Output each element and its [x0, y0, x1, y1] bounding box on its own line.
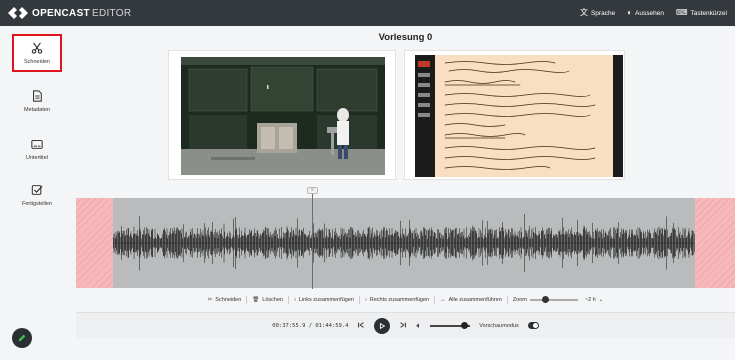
opencast-logo-icon	[8, 7, 28, 19]
zoom-slider-thumb[interactable]	[542, 296, 550, 303]
keyboard-shortcuts-button[interactable]: ⌨ Tastenkürzel	[676, 9, 727, 17]
cutting-toolbar: ✂ Schneiden 🗑︎ Löschen ‹ Links zusammenf…	[76, 292, 735, 308]
slides-video-frame	[415, 55, 623, 177]
merge-left-label: Links zusammenfügen	[298, 297, 354, 303]
merge-left-button[interactable]: ‹ Links zusammenfügen	[294, 297, 354, 303]
top-bar: OPENCAST EDITOR 文 Sprache ◐ Aussehen ⌨ T…	[0, 0, 735, 26]
play-button[interactable]	[374, 317, 391, 334]
skip-forward-button[interactable]	[399, 321, 407, 331]
chevron-down-icon: ⌄	[598, 297, 604, 303]
chevron-left-icon: ‹	[294, 297, 296, 303]
timecode: 00:37:55.9 / 01:44:59.4	[272, 322, 349, 329]
merge-all-button[interactable]: ↔ Alle zusammenführen	[440, 297, 502, 303]
theme-label: Aussehen	[635, 9, 664, 17]
skip-forward-icon	[400, 321, 407, 328]
zoom-control: Zoom ~2 h ⌄	[512, 296, 603, 303]
merge-right-label: Rechts zusammenfügen	[369, 297, 430, 303]
video-slides[interactable]	[404, 50, 625, 180]
language-button[interactable]: 文 Sprache	[580, 9, 615, 17]
theme-button[interactable]: ◐ Aussehen	[627, 9, 664, 17]
merge-all-label: Alle zusammenführen	[448, 297, 502, 303]
volume-slider[interactable]	[430, 321, 471, 329]
cut-button[interactable]: ✂ Schneiden	[208, 297, 242, 303]
waveform-timeline[interactable]	[76, 198, 735, 288]
delete-button[interactable]: 🗑︎ Löschen	[252, 297, 283, 303]
video-presenter[interactable]	[168, 50, 396, 180]
deleted-segment-end[interactable]	[695, 198, 735, 288]
logo-product: EDITOR	[91, 7, 132, 19]
zoom-value: ~2 h	[584, 297, 596, 303]
sidebar: Schneiden Metadaten Untertitel Fertigste…	[0, 26, 76, 360]
sidebar-item-label: Fertigstellen	[22, 201, 52, 207]
keyboard-icon: ⌨	[675, 8, 688, 17]
preview-mode-toggle[interactable]	[527, 322, 539, 329]
zoom-label: Zoom	[512, 297, 527, 303]
pencil-icon	[18, 334, 26, 342]
merge-right-button[interactable]: › Rechts zusammenfügen	[365, 297, 429, 303]
opencast-logo[interactable]: OPENCAST EDITOR	[8, 6, 131, 20]
sidebar-item-cutting[interactable]: Schneiden	[12, 34, 62, 72]
keyboard-shortcuts-label: Tastenkürzel	[690, 9, 728, 17]
document-icon	[30, 89, 44, 103]
mute-button[interactable]: 🔈︎	[416, 321, 421, 331]
sidebar-item-label: Schneiden	[24, 59, 50, 65]
language-icon: 文	[579, 8, 588, 17]
main-area: Vorlesung 0 ≡ ✂ Schneiden 🗑︎ Löschen ‹ L…	[76, 26, 735, 360]
toolbar-divider	[434, 296, 436, 304]
handwritten-notes-image	[444, 61, 596, 170]
sidebar-item-subtitles[interactable]: Untertitel	[12, 130, 62, 168]
cut-label: Schneiden	[215, 297, 242, 303]
audio-waveform	[112, 213, 695, 273]
play-icon	[380, 322, 386, 329]
lecture-hall-image	[181, 57, 385, 175]
playhead-handle[interactable]: ≡	[307, 187, 318, 194]
toolbar-divider	[506, 296, 508, 304]
deleted-segment-start[interactable]	[76, 198, 113, 288]
checkbox-icon	[30, 183, 44, 197]
delete-label: Löschen	[262, 297, 284, 303]
sidebar-item-label: Metadaten	[24, 107, 50, 113]
page-title: Vorlesung 0	[378, 32, 433, 43]
chevron-right-icon: ›	[364, 297, 367, 303]
logo-brand: OPENCAST	[32, 7, 90, 19]
toolbar-divider	[288, 296, 290, 304]
sidebar-item-label: Untertitel	[25, 155, 48, 161]
toolbar-divider	[246, 296, 248, 304]
volume-slider-thumb[interactable]	[461, 321, 469, 329]
sidebar-item-metadata[interactable]: Metadaten	[12, 82, 62, 120]
volume-icon: 🔈︎	[416, 320, 422, 330]
language-label: Sprache	[590, 9, 616, 17]
player-controls: 00:37:55.9 / 01:44:59.4 🔈︎ Vorschaumodus	[76, 312, 735, 338]
skip-back-icon	[358, 321, 365, 328]
toolbar-divider	[358, 296, 360, 304]
theme-icon: ◐	[627, 8, 633, 17]
subtitles-icon	[30, 137, 44, 151]
arrows-horizontal-icon: ↔	[440, 297, 446, 303]
sidebar-item-finish[interactable]: Fertigstellen	[12, 176, 62, 214]
skip-back-button[interactable]	[357, 321, 365, 331]
zoom-select[interactable]: ~2 h ⌄	[581, 297, 603, 303]
playhead-line[interactable]	[312, 191, 313, 289]
edit-button[interactable]	[12, 328, 32, 348]
presenter-video-frame	[181, 57, 385, 175]
preview-mode-label: Vorschaumodus	[479, 322, 519, 329]
trash-icon: 🗑︎	[252, 297, 260, 303]
zoom-slider[interactable]	[529, 296, 578, 303]
scissors-icon: ✂	[207, 297, 213, 303]
scissors-icon	[30, 41, 44, 55]
